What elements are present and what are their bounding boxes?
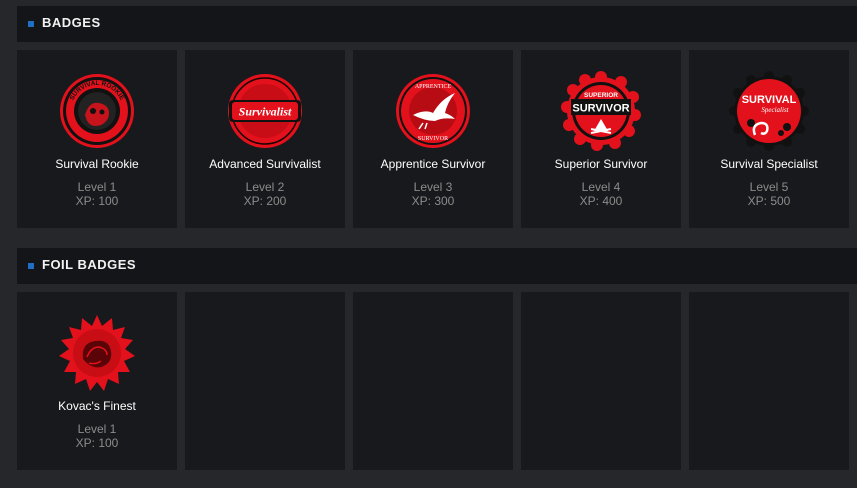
badge-xp: XP: 100	[75, 436, 119, 450]
superior-top-text: SUPERIOR	[584, 92, 618, 99]
empty-badge-slot	[521, 292, 681, 470]
section-title: BADGES	[42, 15, 101, 30]
survival-rookie-badge-icon: SURVIVAL ROOKIE	[60, 74, 134, 148]
specialist-sub-text: Specialist	[761, 106, 789, 114]
foil-badges-grid: Kovac's Finest Level 1 XP: 100	[17, 292, 857, 470]
survival-specialist-badge-icon: SURVIVAL Specialist	[729, 71, 809, 151]
survivalist-banner-text: Survivalist	[239, 105, 292, 119]
empty-badge-slot	[689, 292, 849, 470]
superior-main-text: SURVIVOR	[572, 103, 629, 115]
badges-section-header: BADGES	[17, 6, 857, 42]
kovacs-finest-foil-badge-icon	[59, 315, 135, 391]
badge-tile[interactable]: APPRENTICE SURVIVOR Apprentice Survivor …	[353, 50, 513, 228]
empty-badge-slot	[185, 292, 345, 470]
apprentice-top-text: APPRENTICE	[415, 84, 452, 90]
advanced-survivalist-badge-icon: Survivalist	[228, 74, 302, 148]
badge-name: Superior Survivor	[554, 157, 648, 171]
badge-level: Level 4	[581, 180, 621, 194]
apprentice-bottom-text: SURVIVOR	[418, 136, 448, 142]
foil-badge-tile[interactable]: Kovac's Finest Level 1 XP: 100	[17, 292, 177, 470]
badge-xp: XP: 500	[747, 194, 791, 208]
badge-name: Survival Specialist	[720, 157, 818, 171]
badge-tile[interactable]: SURVIVAL Specialist Survival Specialist …	[689, 50, 849, 228]
badge-level: Level 2	[245, 180, 285, 194]
badge-tile[interactable]: SUPERIOR SURVIVOR Superior Survivor Leve…	[521, 50, 681, 228]
badge-xp: XP: 300	[411, 194, 455, 208]
badge-level: Level 1	[77, 180, 117, 194]
specialist-main-text: SURVIVAL	[742, 94, 797, 106]
badge-name: Advanced Survivalist	[209, 157, 321, 171]
badge-xp: XP: 100	[75, 194, 119, 208]
section-bullet-icon	[28, 21, 34, 27]
badge-tile[interactable]: Survivalist Advanced Survivalist Level 2…	[185, 50, 345, 228]
section-title: FOIL BADGES	[42, 257, 137, 272]
badge-tile[interactable]: SURVIVAL ROOKIE Survival Rookie Level 1 …	[17, 50, 177, 228]
empty-badge-slot	[353, 292, 513, 470]
section-bullet-icon	[28, 263, 34, 269]
badge-level: Level 1	[77, 422, 117, 436]
badge-xp: XP: 200	[243, 194, 287, 208]
superior-survivor-badge-icon: SUPERIOR SURVIVOR	[561, 71, 641, 151]
badge-name: Kovac's Finest	[58, 399, 136, 413]
apprentice-survivor-badge-icon: APPRENTICE SURVIVOR	[396, 74, 470, 148]
badge-name: Apprentice Survivor	[380, 157, 486, 171]
badge-level: Level 3	[413, 180, 453, 194]
badge-level: Level 5	[749, 180, 789, 194]
badge-name: Survival Rookie	[55, 157, 139, 171]
badge-xp: XP: 400	[579, 194, 623, 208]
badges-grid: SURVIVAL ROOKIE Survival Rookie Level 1 …	[17, 50, 857, 228]
foil-badges-section-header: FOIL BADGES	[17, 248, 857, 284]
